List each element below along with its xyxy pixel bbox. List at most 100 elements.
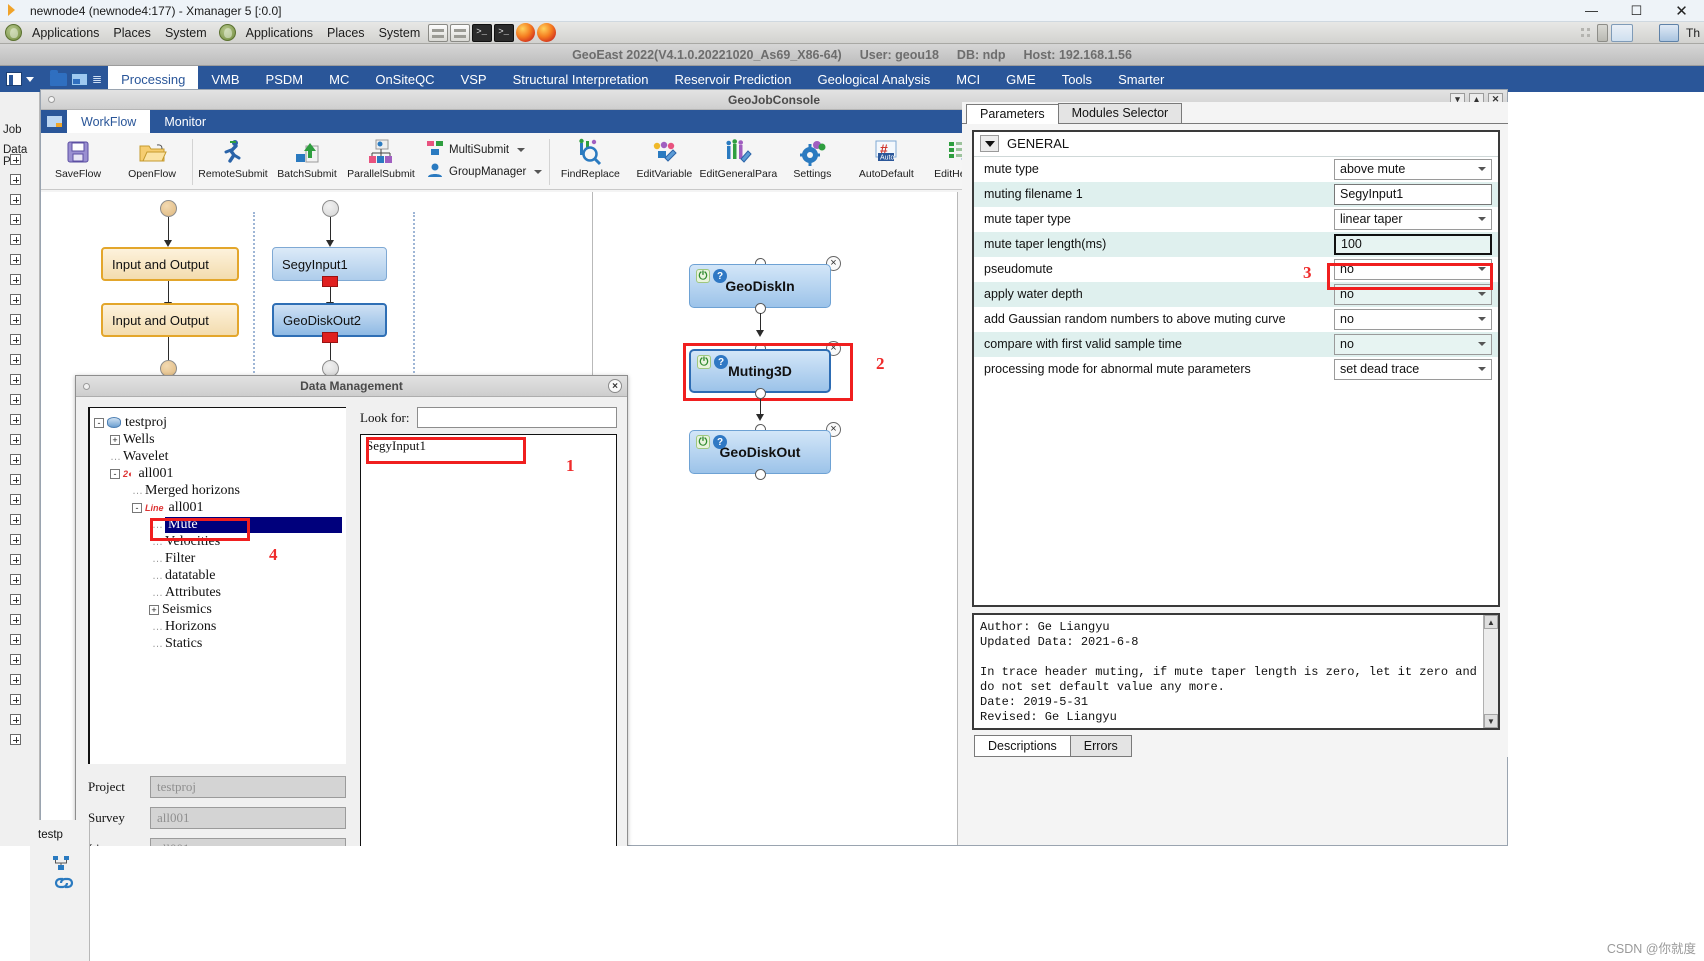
toolbar-findreplace[interactable]: FindReplace bbox=[553, 135, 627, 180]
window-menu-icon[interactable] bbox=[48, 96, 55, 103]
param-value-select[interactable]: no bbox=[1334, 333, 1492, 355]
network-tree-icon[interactable] bbox=[52, 855, 70, 871]
tree-item-wells[interactable]: + Wells bbox=[94, 431, 342, 448]
close-button[interactable]: ✕ bbox=[1659, 0, 1704, 22]
expander-icon[interactable] bbox=[10, 554, 21, 565]
tree-item-seismics[interactable]: + Seismics bbox=[94, 601, 342, 618]
toolbar-saveflow[interactable]: SaveFlow bbox=[41, 135, 115, 180]
expander-icon[interactable] bbox=[10, 374, 21, 385]
node-help-icon[interactable]: ? bbox=[713, 435, 727, 449]
tree-item-line-all001[interactable]: - Line all001 bbox=[94, 499, 342, 516]
param-value-select[interactable]: set dead trace bbox=[1334, 358, 1492, 380]
tree-item-filter[interactable]: … Filter bbox=[94, 550, 342, 567]
chevron-down-icon[interactable] bbox=[517, 147, 526, 152]
chevron-down-icon[interactable] bbox=[1478, 317, 1486, 322]
description-scrollbar[interactable]: ▲ ▼ bbox=[1483, 615, 1498, 728]
tree-toggle-icon[interactable]: - bbox=[94, 417, 104, 428]
expander-icon[interactable] bbox=[10, 474, 21, 485]
gnome-menu-icon-2[interactable] bbox=[218, 24, 236, 41]
expander-icon[interactable] bbox=[10, 454, 21, 465]
usb-device-icon[interactable] bbox=[1596, 23, 1608, 42]
chevron-down-icon[interactable] bbox=[1478, 367, 1486, 372]
file-manager-icon[interactable] bbox=[428, 23, 449, 42]
tree-item-testproj[interactable]: - testproj bbox=[94, 414, 342, 431]
expander-icon[interactable] bbox=[10, 654, 21, 665]
toolbar-settings[interactable]: Settings bbox=[775, 135, 849, 180]
flow-node-input-output-1[interactable]: Input and Output bbox=[101, 247, 239, 281]
expander-icon[interactable] bbox=[10, 594, 21, 605]
expander-icon[interactable] bbox=[10, 174, 21, 185]
expander-icon[interactable] bbox=[10, 154, 21, 165]
gnome-menu-icon[interactable] bbox=[5, 24, 22, 41]
project-tree[interactable]: - testproj + Wells … Wavelet - 2◐ all001… bbox=[88, 407, 346, 764]
tree-toggle-icon[interactable]: - bbox=[132, 502, 142, 513]
gnome-applications-1[interactable]: Applications bbox=[25, 22, 106, 44]
expander-icon[interactable] bbox=[10, 634, 21, 645]
link-icon[interactable] bbox=[53, 876, 74, 890]
equalizer-icon[interactable]: ≣ bbox=[92, 72, 102, 86]
expander-icon[interactable] bbox=[10, 234, 21, 245]
menu-grid-icon[interactable] bbox=[6, 72, 22, 86]
expander-icon[interactable] bbox=[10, 574, 21, 585]
tree-item-datatable[interactable]: … datatable bbox=[94, 567, 342, 584]
expander-icon[interactable] bbox=[10, 194, 21, 205]
tab-modules-selector[interactable]: Modules Selector bbox=[1057, 102, 1183, 123]
expander-icon[interactable] bbox=[10, 214, 21, 225]
expander-icon[interactable] bbox=[10, 274, 21, 285]
chevron-down-icon[interactable] bbox=[26, 76, 34, 82]
expander-icon[interactable] bbox=[10, 734, 21, 745]
tree-toggle-icon[interactable]: - bbox=[110, 468, 120, 479]
toolbar-autodefault[interactable]: # Auto AutoDefault bbox=[849, 135, 923, 180]
node-power-icon[interactable]: ⏻ bbox=[696, 435, 710, 449]
firefox-icon[interactable] bbox=[516, 23, 536, 42]
toolbar-parallelsubmit[interactable]: ParallelSubmit bbox=[344, 135, 418, 180]
param-value-select[interactable]: above mute bbox=[1334, 158, 1492, 180]
tree-toggle-icon[interactable]: + bbox=[110, 434, 120, 445]
node-power-icon[interactable]: ⏻ bbox=[696, 269, 710, 283]
firefox-icon-2[interactable] bbox=[537, 23, 557, 42]
gnome-system-2[interactable]: System bbox=[372, 22, 428, 44]
chevron-down-icon[interactable] bbox=[1478, 217, 1486, 222]
expander-icon[interactable] bbox=[10, 334, 21, 345]
expander-icon[interactable] bbox=[10, 714, 21, 725]
chevron-down-icon[interactable] bbox=[1478, 292, 1486, 297]
file-manager-icon-2[interactable] bbox=[450, 23, 471, 42]
flow-start-node-b[interactable] bbox=[322, 200, 339, 217]
param-value-input[interactable]: 100 bbox=[1334, 233, 1492, 255]
toolbar-editgeneralpara[interactable]: EditGeneralPara bbox=[700, 135, 777, 180]
flow-start-node[interactable] bbox=[160, 200, 177, 217]
dialog-close-button[interactable]: × bbox=[608, 379, 622, 393]
toolbar-multisubmit[interactable]: MultiSubmit bbox=[426, 140, 542, 159]
data-item-list[interactable]: SegyInput1 bbox=[360, 434, 617, 867]
flow-node-input-output-2[interactable]: Input and Output bbox=[101, 303, 239, 337]
expander-icon[interactable] bbox=[10, 414, 21, 425]
tab-parameters[interactable]: Parameters bbox=[966, 103, 1059, 124]
tree-item-attributes[interactable]: … Attributes bbox=[94, 584, 342, 601]
gnome-system-1[interactable]: System bbox=[158, 22, 214, 44]
tree-toggle-icon[interactable]: + bbox=[149, 604, 159, 615]
collapse-toggle-icon[interactable] bbox=[980, 135, 999, 153]
tab-workflow[interactable]: WorkFlow bbox=[67, 110, 151, 133]
lock-screen-icon[interactable] bbox=[1610, 23, 1633, 42]
expander-icon[interactable] bbox=[10, 434, 21, 445]
expander-icon[interactable] bbox=[10, 674, 21, 685]
expander-icon[interactable] bbox=[10, 694, 21, 705]
terminal-icon[interactable] bbox=[472, 23, 493, 42]
expander-icon[interactable] bbox=[10, 354, 21, 365]
maximize-button[interactable]: ☐ bbox=[1614, 0, 1659, 22]
param-value-select[interactable]: linear taper bbox=[1334, 208, 1492, 230]
gnome-places-2[interactable]: Places bbox=[320, 22, 372, 44]
node-help-icon[interactable]: ? bbox=[713, 269, 727, 283]
expander-icon[interactable] bbox=[10, 254, 21, 265]
minimize-button[interactable]: — bbox=[1569, 0, 1614, 22]
tree-item-merged-horizons[interactable]: … Merged horizons bbox=[94, 482, 342, 499]
tab-descriptions[interactable]: Descriptions bbox=[974, 735, 1071, 757]
chevron-down-icon[interactable] bbox=[1478, 167, 1486, 172]
toolbar-remotesubmit[interactable]: RemoteSubmit bbox=[196, 135, 270, 180]
expander-icon[interactable] bbox=[10, 534, 21, 545]
volume-icon[interactable] bbox=[1636, 24, 1656, 42]
toolbar-batchsubmit[interactable]: BatchSubmit bbox=[270, 135, 344, 180]
gnome-places-1[interactable]: Places bbox=[106, 22, 158, 44]
scroll-down-button[interactable]: ▼ bbox=[1484, 714, 1498, 728]
chevron-down-icon[interactable] bbox=[1478, 342, 1486, 347]
